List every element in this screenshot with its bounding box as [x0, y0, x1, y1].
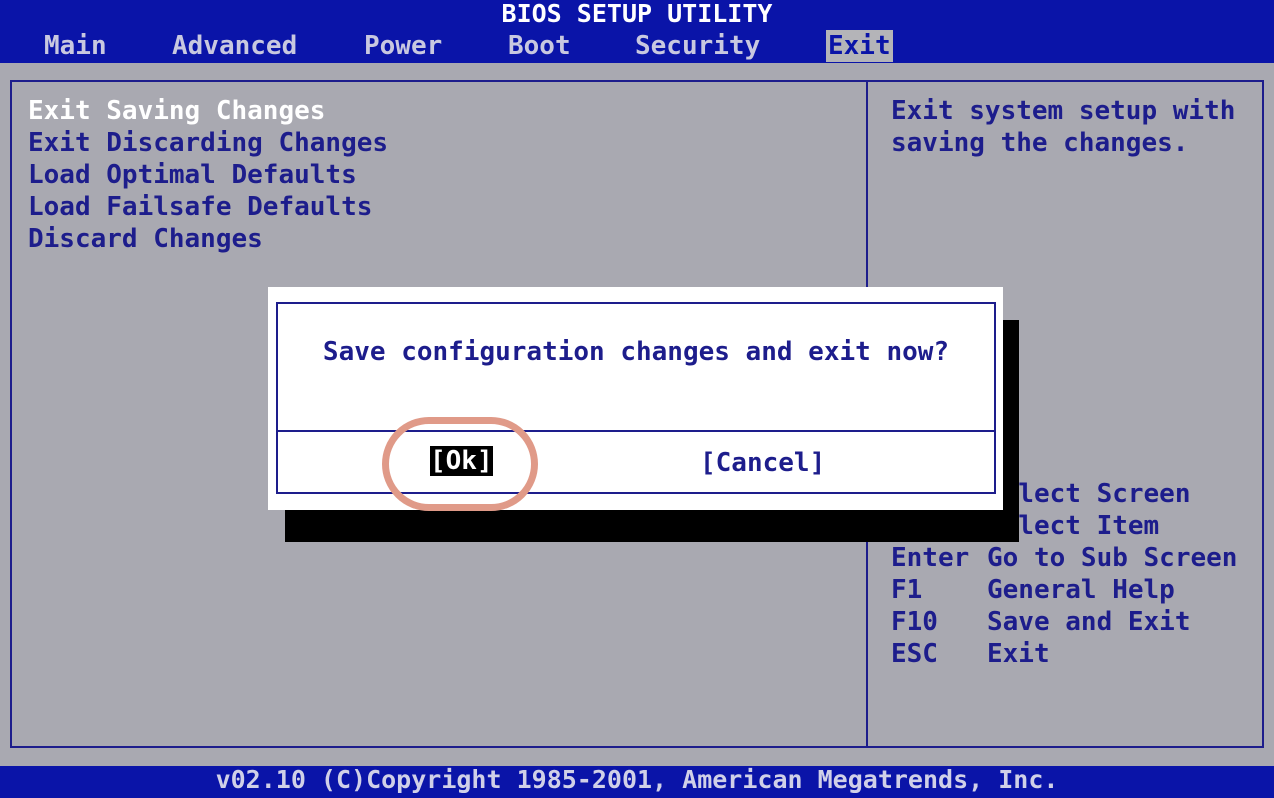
dialog-message: Save configuration changes and exit now? [322, 337, 950, 367]
help-description: Exit system setup with [891, 96, 1236, 126]
highlight-annotation-circle [382, 417, 538, 511]
help-description: saving the changes. [891, 128, 1189, 158]
help-action: Go to Sub Screen [987, 543, 1238, 573]
menu-item-exit-saving[interactable]: Exit Saving Changes [28, 95, 325, 127]
dialog-divider [278, 430, 994, 432]
tab-power[interactable]: Power [362, 30, 444, 62]
tab-main[interactable]: Main [42, 30, 109, 62]
help-action: General Help [987, 575, 1175, 605]
tab-boot[interactable]: Boot [506, 30, 573, 62]
help-key: ESC [891, 639, 938, 669]
menu-item-load-failsafe[interactable]: Load Failsafe Defaults [28, 191, 372, 223]
app-title: BIOS SETUP UTILITY [501, 0, 773, 28]
dialog-shadow [285, 510, 1019, 542]
help-action: Exit [987, 639, 1050, 669]
menu-item-exit-discarding[interactable]: Exit Discarding Changes [28, 127, 388, 159]
help-key: F10 [891, 607, 938, 637]
copyright-text: v02.10 (C)Copyright 1985-2001, American … [215, 765, 1059, 794]
help-key: F1 [891, 575, 923, 605]
tab-security[interactable]: Security [633, 30, 762, 62]
help-action: Save and Exit [987, 607, 1191, 637]
menu-item-discard[interactable]: Discard Changes [28, 223, 263, 255]
dialog-shadow [1003, 320, 1019, 542]
tab-exit[interactable]: Exit [826, 30, 893, 62]
menu-item-load-optimal[interactable]: Load Optimal Defaults [28, 159, 357, 191]
tab-advanced[interactable]: Advanced [170, 30, 299, 62]
cancel-button[interactable]: [Cancel] [700, 447, 825, 479]
confirm-dialog: Save configuration changes and exit now?… [268, 287, 1003, 510]
help-key: Enter [891, 543, 970, 573]
